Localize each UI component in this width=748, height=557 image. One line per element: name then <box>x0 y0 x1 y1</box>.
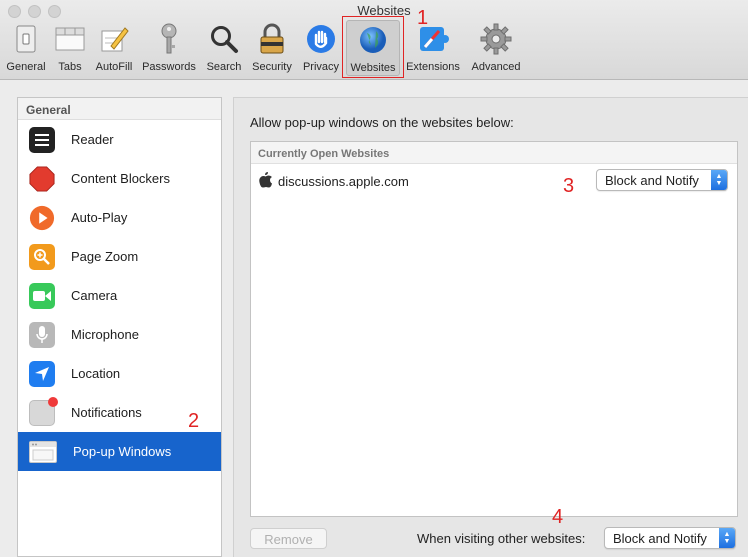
remove-button[interactable]: Remove <box>250 528 327 549</box>
toolbar-advanced-label: Advanced <box>471 61 521 73</box>
gear-icon <box>479 22 513 56</box>
toolbar-tabs[interactable]: Tabs <box>52 20 88 76</box>
annotation-number-4: 4 <box>552 506 564 528</box>
toolbar-general-label: General <box>6 61 46 73</box>
sidebar-item-label: Pop-up Windows <box>73 444 172 459</box>
list-header: Currently Open Websites <box>251 142 737 164</box>
microphone-icon <box>29 321 55 348</box>
website-setting-value: Block and Notify <box>605 173 699 188</box>
stop-sign-icon <box>29 165 55 192</box>
notifications-icon <box>29 396 58 426</box>
other-websites-select[interactable]: Block and Notify ▲ ▼ <box>604 527 736 549</box>
sidebar-item-label: Page Zoom <box>71 249 139 264</box>
camera-icon <box>29 282 55 309</box>
sidebar: General Reader Content Blockers Auto-Pla… <box>17 97 222 557</box>
apple-logo-icon <box>259 172 272 193</box>
sidebar-item-content-blockers[interactable]: Content Blockers <box>18 159 221 198</box>
sidebar-item-label: Content Blockers <box>71 171 170 186</box>
toolbar-search-label: Search <box>206 61 242 73</box>
chevron-updown-icon: ▲ ▼ <box>711 170 727 190</box>
toolbar-passwords-label: Passwords <box>142 61 196 73</box>
general-switch-icon <box>9 22 43 56</box>
toolbar-passwords[interactable]: Passwords <box>140 20 198 76</box>
annotation-number-1: 1 <box>417 7 429 29</box>
sidebar-item-label: Auto-Play <box>71 210 128 225</box>
toolbar-autofill[interactable]: AutoFill <box>93 20 135 76</box>
preferences-window: Websites General Tabs AutoFill Passwords… <box>0 0 748 557</box>
toolbar-security[interactable]: Security <box>249 20 295 76</box>
popup-windows-icon <box>29 440 57 463</box>
tabs-icon <box>53 22 87 56</box>
sidebar-item-page-zoom[interactable]: Page Zoom <box>18 237 221 276</box>
sidebar-item-label: Notifications <box>71 405 142 420</box>
magnifier-icon <box>207 22 241 56</box>
toolbar-privacy[interactable]: Privacy <box>300 20 342 76</box>
websites-list: Currently Open Websites discussions.appl… <box>250 141 738 517</box>
toolbar-search[interactable]: Search <box>203 20 245 76</box>
other-websites-label: When visiting other websites: <box>417 531 586 546</box>
sidebar-item-label: Microphone <box>71 327 139 342</box>
website-name: discussions.apple.com <box>278 174 409 189</box>
sidebar-item-microphone[interactable]: Microphone <box>18 315 221 354</box>
allow-popups-description: Allow pop-up windows on the websites bel… <box>250 115 514 130</box>
annotation-number-2: 2 <box>188 410 200 432</box>
toolbar-general[interactable]: General <box>3 20 49 76</box>
toolbar-autofill-label: AutoFill <box>95 61 133 73</box>
website-setting-select[interactable]: Block and Notify ▲ ▼ <box>596 169 728 191</box>
toolbar-security-label: Security <box>252 61 292 73</box>
toolbar-tabs-label: Tabs <box>58 61 82 73</box>
sidebar-item-label: Camera <box>71 288 118 303</box>
notification-badge <box>48 396 58 407</box>
chevron-updown-icon: ▲ ▼ <box>719 528 735 548</box>
autofill-pencil-icon <box>97 22 131 56</box>
sidebar-item-location[interactable]: Location <box>18 354 221 393</box>
other-websites-value: Block and Notify <box>613 531 707 546</box>
sidebar-item-label: Location <box>71 366 121 381</box>
hand-icon <box>304 22 338 56</box>
table-row[interactable]: discussions.apple.com Block and Notify ▲… <box>251 166 737 196</box>
key-icon <box>152 22 186 56</box>
annotation-number-3: 3 <box>563 175 575 197</box>
annotation-highlight-box <box>342 16 404 78</box>
zoom-icon <box>29 243 55 270</box>
toolbar-extensions-label: Extensions <box>406 61 460 73</box>
toolbar-extensions[interactable]: Extensions <box>404 20 462 76</box>
toolbar-advanced[interactable]: Advanced <box>468 20 524 76</box>
padlock-icon <box>255 22 289 56</box>
sidebar-item-label: Reader <box>71 132 114 147</box>
sidebar-header: General <box>18 98 221 120</box>
sidebar-item-popup-windows[interactable]: Pop-up Windows <box>18 432 221 471</box>
sidebar-item-camera[interactable]: Camera <box>18 276 221 315</box>
play-icon <box>29 205 55 231</box>
location-arrow-icon <box>29 360 55 387</box>
sidebar-item-reader[interactable]: Reader <box>18 120 221 159</box>
toolbar-privacy-label: Privacy <box>302 61 340 73</box>
reader-icon <box>29 126 55 153</box>
sidebar-item-auto-play[interactable]: Auto-Play <box>18 198 221 237</box>
